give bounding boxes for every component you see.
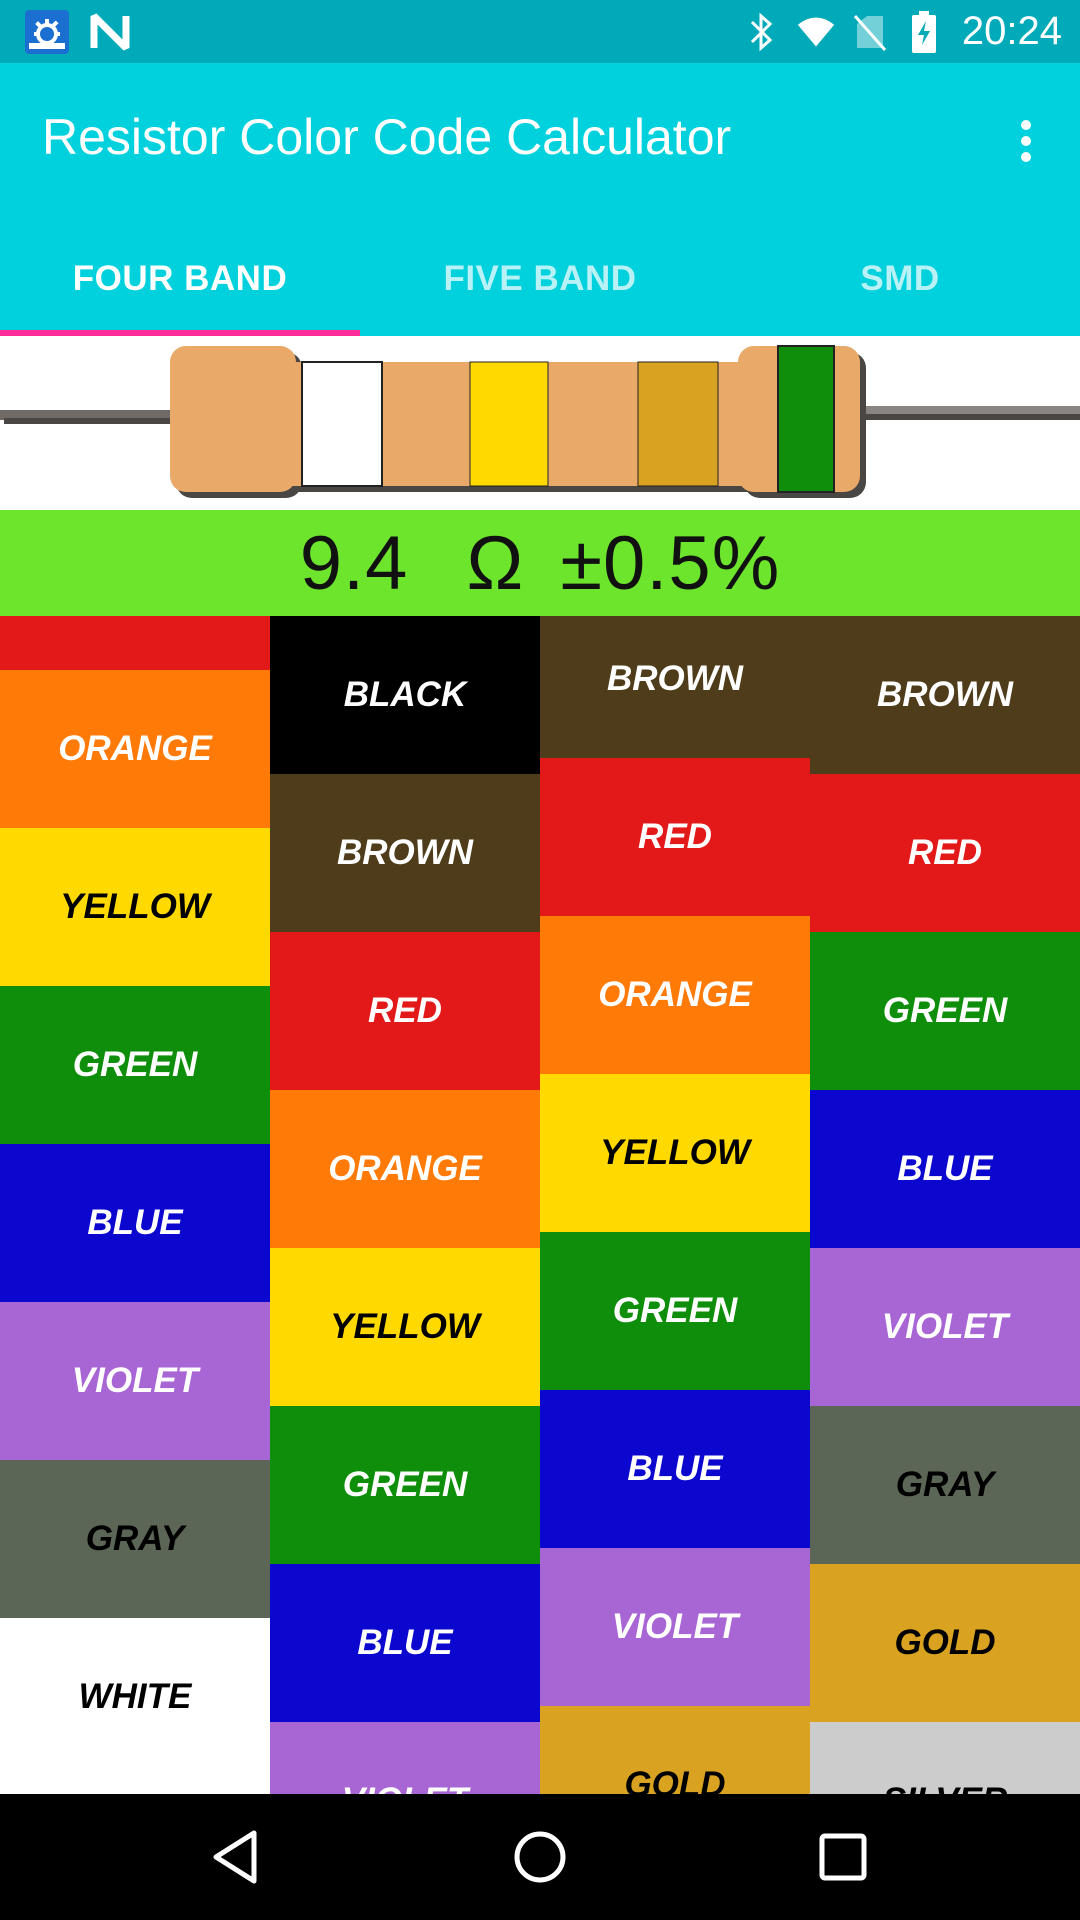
resistor-band-2 [469,361,549,487]
no-sim-icon [850,12,890,52]
app-title: Resistor Color Code Calculator [42,109,732,165]
band-option-brown[interactable]: BROWN [540,616,810,758]
band-option-gray[interactable]: GRAY [0,1460,270,1618]
result-bar: 9.4 Ω ±0.5% [0,510,1080,616]
tab-smd[interactable]: SMD [720,221,1080,336]
band-option-green[interactable]: GREEN [270,1406,540,1564]
band-option-red[interactable]: RED [810,774,1080,932]
band-option-brown[interactable]: BROWN [270,774,540,932]
second-band-picker[interactable]: BLACKBROWNREDORANGEYELLOWGREENBLUEVIOLET [270,616,540,1794]
band-option-blue[interactable]: BLUE [0,1144,270,1302]
resistor-body-left [170,346,296,492]
result-value: 9.4 Ω ±0.5% [282,520,799,607]
band-option-blue[interactable]: BLUE [810,1090,1080,1248]
band-option-green[interactable]: GREEN [540,1232,810,1390]
band-pickers: REDORANGEYELLOWGREENBLUEVIOLETGRAYWHITE … [0,616,1080,1794]
result-tolerance: ±0.5% [560,520,781,606]
band-option-gold[interactable]: GOLD [540,1706,810,1794]
band-option-green[interactable]: GREEN [0,986,270,1144]
gear-notification-icon [25,10,69,54]
tolerance-band-picker[interactable]: BROWNREDGREENBLUEVIOLETGRAYGOLDSILVER [810,616,1080,1794]
bluetooth-icon [742,12,782,52]
first-band-picker[interactable]: REDORANGEYELLOWGREENBLUEVIOLETGRAYWHITE [0,616,270,1794]
status-icons: 20:24 [728,0,1062,63]
band-option-violet[interactable]: VIOLET [270,1722,540,1794]
band-option-green[interactable]: GREEN [810,932,1080,1090]
tab-five-band[interactable]: FIVE BAND [360,221,720,336]
band-option-blue[interactable]: BLUE [270,1564,540,1722]
band-option-gray[interactable]: GRAY [810,1406,1080,1564]
band-option-yellow[interactable]: YELLOW [270,1248,540,1406]
wifi-icon [796,12,836,52]
recents-icon[interactable] [808,1822,878,1892]
band-option-violet[interactable]: VIOLET [810,1248,1080,1406]
resistor-band-3 [637,361,719,487]
multiplier-band-picker[interactable]: BROWN RED ORANGE YELLOW GREEN BLUE VIOLET GOLD [540,616,810,1794]
resistor-band-4 [777,345,835,493]
band-option-white[interactable]: WHITE [0,1618,270,1776]
band-option-yellow[interactable]: YELLOW [540,1074,810,1232]
n-notification-icon [88,10,132,54]
band-option-orange[interactable]: ORANGE [0,670,270,828]
nav-bar [0,1794,1080,1920]
band-option-yellow[interactable]: YELLOW [0,828,270,986]
home-icon[interactable] [505,1822,575,1892]
resistor-graphic [0,345,1080,498]
status-bar: 20:24 [0,0,1080,63]
band-option-blue[interactable]: BLUE [540,1390,810,1548]
band-option-red[interactable]: RED [540,758,810,916]
band-option-red[interactable]: RED [270,932,540,1090]
result-unit: Ω [466,520,525,606]
band-option-violet[interactable]: VIOLET [540,1548,810,1706]
tab-bar: FOUR BAND FIVE BAND SMD [0,221,1080,336]
band-option-red[interactable]: RED [0,616,270,670]
band-option-violet[interactable]: VIOLET [0,1302,270,1460]
back-icon[interactable] [200,1822,270,1892]
resistor-illustration [0,336,1080,510]
result-number: 9.4 [299,520,409,606]
band-option-gold[interactable]: GOLD [810,1564,1080,1722]
band-option-black[interactable]: BLACK [270,616,540,774]
more-vert-icon[interactable] [996,111,1056,171]
battery-charging-icon [904,10,944,53]
app-bar: Resistor Color Code Calculator FOUR BAND… [0,63,1080,336]
band-option-silver[interactable]: SILVER [810,1722,1080,1794]
tab-four-band[interactable]: FOUR BAND [0,221,360,336]
band-option-brown[interactable]: BROWN [810,616,1080,774]
status-time: 20:24 [961,9,1062,53]
resistor-band-1 [301,361,383,487]
band-option-orange[interactable]: ORANGE [540,916,810,1074]
band-option-orange[interactable]: ORANGE [270,1090,540,1248]
